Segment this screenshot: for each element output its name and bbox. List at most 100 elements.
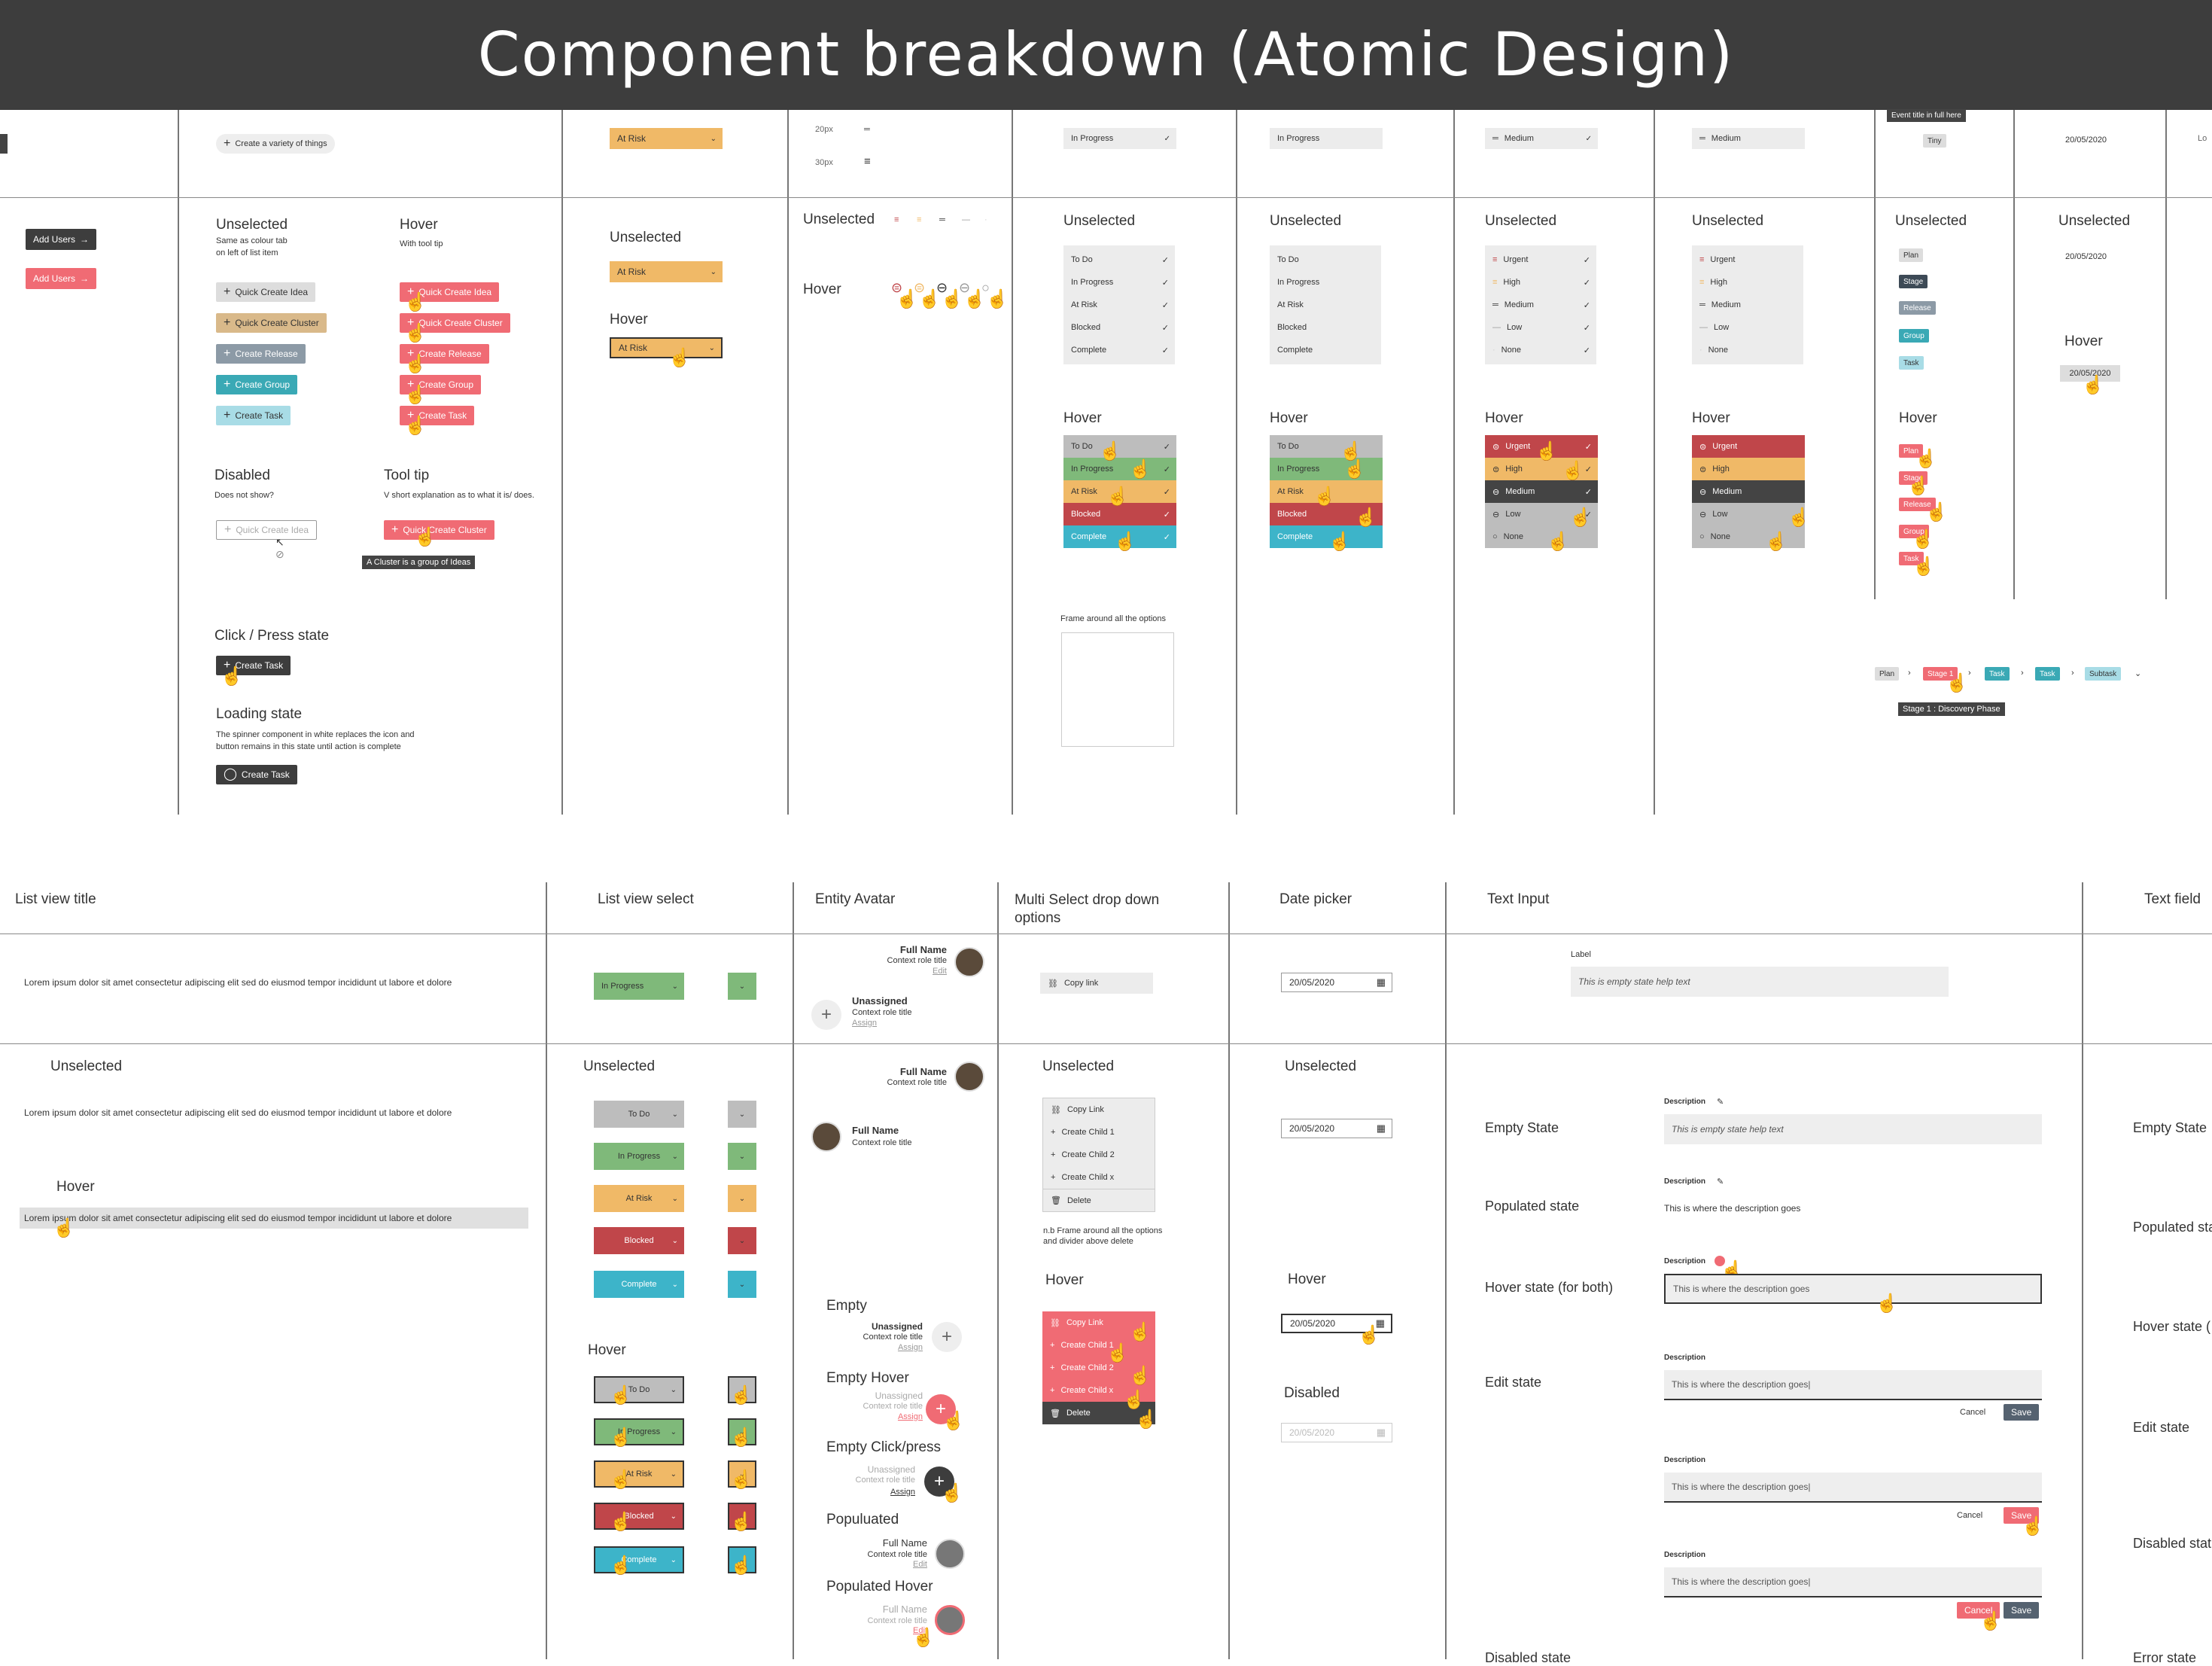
priority-option[interactable]: · None bbox=[1692, 339, 1803, 361]
add-users-hover-button[interactable]: Add Users → bbox=[26, 268, 97, 289]
cancel-button[interactable]: Cancel bbox=[1957, 1511, 1982, 1520]
priority-option[interactable]: ○ None bbox=[1692, 525, 1805, 548]
list-item-text[interactable]: Lorem ipsum dolor sit amet consectetur a… bbox=[24, 1107, 452, 1119]
description-field-edit[interactable]: This is where the description goes| bbox=[1664, 1370, 2042, 1400]
add-users-button[interactable]: Add Users → bbox=[26, 229, 97, 250]
create-group-button[interactable]: + Create Group bbox=[216, 375, 298, 394]
priority-option[interactable]: ═ Medium bbox=[1692, 294, 1803, 316]
assign-link[interactable]: Assign bbox=[872, 1488, 915, 1497]
risk-dropdown[interactable]: At Risk ⌄ bbox=[610, 128, 723, 149]
priority-option[interactable]: ═ Medium ✓ bbox=[1485, 294, 1596, 316]
multi-option[interactable]: + Create Child 2 bbox=[1043, 1144, 1155, 1166]
status-select[interactable]: Blocked ⌄ bbox=[594, 1227, 684, 1254]
breadcrumb-task[interactable]: Task bbox=[2035, 667, 2060, 681]
priority-dropdown[interactable]: ═ Medium ✓ bbox=[1485, 128, 1598, 149]
status-select[interactable]: At Risk ⌄ bbox=[594, 1460, 684, 1488]
avatar[interactable] bbox=[811, 1122, 841, 1152]
status-option[interactable]: Blocked ✓ bbox=[1063, 316, 1175, 339]
pencil-icon[interactable]: ✎ bbox=[1717, 1097, 1724, 1107]
button-stub[interactable] bbox=[0, 134, 8, 154]
avatar[interactable] bbox=[935, 1539, 965, 1569]
status-select[interactable]: In Progress ⌄ bbox=[594, 1143, 684, 1170]
multi-option[interactable]: 🗑 Delete bbox=[1043, 1189, 1155, 1211]
tiny-tag[interactable]: Tiny bbox=[1923, 134, 1946, 148]
avatar[interactable] bbox=[954, 1061, 984, 1092]
status-option[interactable]: Complete ✓ bbox=[1063, 339, 1175, 361]
status-option[interactable]: At Risk bbox=[1270, 294, 1381, 316]
status-select[interactable]: To Do ⌄ bbox=[594, 1376, 684, 1403]
risk-dropdown[interactable]: At Risk ⌄ bbox=[610, 261, 723, 282]
quick-create-idea-button[interactable]: + Quick Create Idea bbox=[216, 282, 316, 302]
status-option[interactable]: To Do bbox=[1270, 248, 1381, 271]
status-option[interactable]: Complete bbox=[1270, 339, 1381, 361]
assign-link[interactable]: Assign bbox=[879, 1343, 923, 1352]
text-input[interactable]: This is empty state help text bbox=[1571, 967, 1949, 997]
multi-select[interactable]: ⛓ Copy link bbox=[1040, 973, 1153, 994]
breadcrumb-task[interactable]: Task bbox=[1985, 667, 2010, 681]
tooltip-button[interactable]: + Quick Create Cluster bbox=[384, 520, 494, 540]
group-tag[interactable]: Group bbox=[1899, 329, 1929, 343]
stage-tag[interactable]: Stage bbox=[1899, 275, 1928, 288]
plan-tag[interactable]: Plan bbox=[1899, 248, 1924, 262]
status-select[interactable]: Complete ⌄ bbox=[594, 1546, 684, 1573]
quick-create-cluster-button[interactable]: + Quick Create Cluster bbox=[216, 313, 327, 333]
status-select[interactable]: At Risk ⌄ bbox=[594, 1185, 684, 1212]
status-select[interactable]: In Progress ⌄ bbox=[594, 973, 684, 1000]
status-dropdown[interactable]: In Progress ✓ bbox=[1063, 128, 1176, 149]
status-option[interactable]: In Progress bbox=[1270, 271, 1381, 294]
priority-option[interactable]: — Low bbox=[1692, 316, 1803, 339]
edit-link[interactable]: Edit bbox=[903, 967, 947, 976]
priority-option[interactable]: ≡ Urgent ✓ bbox=[1485, 248, 1596, 271]
status-option[interactable]: To Do ✓ bbox=[1063, 248, 1175, 271]
status-select-compact[interactable]: ⌄ bbox=[728, 1101, 756, 1128]
task-tag[interactable]: Task bbox=[1899, 356, 1924, 370]
description-field-edit[interactable]: This is where the description goes| bbox=[1664, 1473, 2042, 1503]
description-field-edit[interactable]: This is where the description goes| bbox=[1664, 1567, 2042, 1597]
loading-button[interactable]: ◯ Create Task bbox=[216, 765, 297, 784]
priority-option[interactable]: ≡ High bbox=[1692, 271, 1803, 294]
risk-dropdown-hover[interactable]: At Risk ⌄ bbox=[610, 337, 723, 358]
save-button[interactable]: Save bbox=[2004, 1602, 2040, 1619]
status-option[interactable]: Blocked bbox=[1270, 316, 1381, 339]
status-select[interactable]: To Do ⌄ bbox=[594, 1101, 684, 1128]
priority-option[interactable]: ⊖ Medium ✓ bbox=[1485, 480, 1598, 503]
status-option[interactable]: At Risk ✓ bbox=[1063, 294, 1175, 316]
status-option[interactable]: In Progress ✓ bbox=[1063, 271, 1175, 294]
priority-option[interactable]: ≡ High ✓ bbox=[1485, 271, 1596, 294]
add-assignee-icon[interactable]: + bbox=[932, 1322, 962, 1352]
assign-link[interactable]: Assign bbox=[852, 1019, 877, 1028]
priority-option[interactable]: ≡ Urgent bbox=[1692, 248, 1803, 271]
status-option[interactable]: Complete bbox=[1270, 525, 1383, 548]
status-select-compact[interactable]: ⌄ bbox=[728, 973, 756, 1000]
status-select-compact[interactable]: ⌄ bbox=[728, 1185, 756, 1212]
date-picker[interactable]: 20/05/2020 ▦ bbox=[1281, 973, 1392, 992]
create-release-button[interactable]: + Create Release bbox=[216, 344, 306, 364]
description-text[interactable]: This is where the description goes bbox=[1664, 1202, 1800, 1214]
priority-option[interactable]: ○ None bbox=[1485, 525, 1598, 548]
priority-option[interactable]: ⊖ Medium bbox=[1692, 480, 1805, 503]
priority-dropdown[interactable]: ═ Medium bbox=[1692, 128, 1805, 149]
avatar[interactable] bbox=[935, 1605, 965, 1635]
edit-link[interactable]: Edit bbox=[884, 1560, 927, 1569]
release-tag[interactable]: Release bbox=[1899, 301, 1936, 315]
description-field[interactable]: This is empty state help text bbox=[1664, 1114, 2042, 1144]
status-option[interactable]: To Do bbox=[1270, 435, 1383, 458]
status-select-compact[interactable]: ⌄ bbox=[728, 1271, 756, 1298]
priority-option[interactable]: · None ✓ bbox=[1485, 339, 1596, 361]
breadcrumb-plan[interactable]: Plan bbox=[1875, 667, 1900, 681]
priority-option[interactable]: ⊜ High bbox=[1692, 458, 1805, 480]
breadcrumb-subtask[interactable]: Subtask bbox=[2085, 667, 2122, 681]
assign-link[interactable]: Assign bbox=[879, 1412, 923, 1421]
date-picker[interactable]: 20/05/2020 ▦ bbox=[1281, 1119, 1392, 1138]
description-field-hover[interactable]: This is where the description goes bbox=[1664, 1274, 2042, 1304]
status-select-compact[interactable]: ⌄ bbox=[728, 1227, 756, 1254]
create-task-button[interactable]: + Create Task bbox=[216, 406, 291, 425]
add-assignee-icon[interactable]: + bbox=[811, 1000, 841, 1030]
status-select[interactable]: In Progress ⌄ bbox=[594, 1418, 684, 1445]
pencil-icon[interactable]: ✎ bbox=[1717, 1177, 1724, 1186]
multi-option[interactable]: ⛓ Copy Link bbox=[1043, 1098, 1155, 1121]
status-select[interactable]: Complete ⌄ bbox=[594, 1271, 684, 1298]
avatar[interactable] bbox=[954, 947, 984, 977]
multi-option[interactable]: + Create Child 1 bbox=[1043, 1121, 1155, 1144]
status-select-compact[interactable]: ⌄ bbox=[728, 1143, 756, 1170]
